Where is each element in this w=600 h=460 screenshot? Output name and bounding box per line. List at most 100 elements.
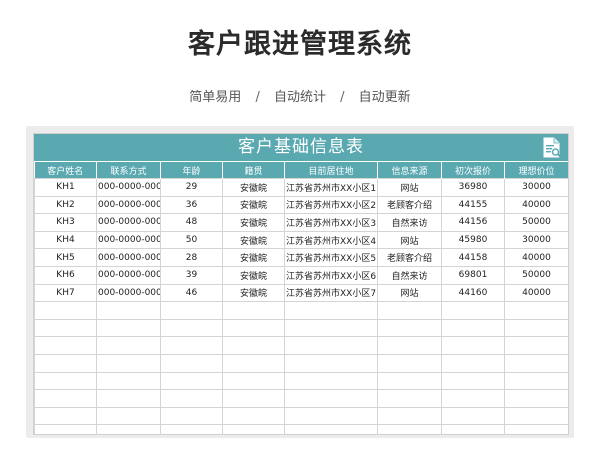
empty-cell[interactable] xyxy=(222,424,285,434)
empty-cell[interactable] xyxy=(377,371,442,391)
empty-cell[interactable] xyxy=(441,318,505,338)
cell-origin[interactable]: 安徽皖 xyxy=(222,230,285,250)
cell-origin[interactable]: 安徽皖 xyxy=(222,213,285,232)
empty-cell[interactable] xyxy=(377,389,442,408)
empty-cell[interactable] xyxy=(34,353,97,373)
cell-ideal-price[interactable]: 40000 xyxy=(504,283,568,303)
empty-cell[interactable] xyxy=(222,318,285,338)
empty-cell[interactable] xyxy=(96,424,161,434)
empty-cell[interactable] xyxy=(34,406,97,426)
empty-cell[interactable] xyxy=(160,371,223,391)
empty-cell[interactable] xyxy=(504,318,568,338)
cell-age[interactable]: 29 xyxy=(160,178,223,197)
cell-age[interactable]: 28 xyxy=(160,248,223,267)
cell-residence[interactable]: 江苏省苏州市XX小区6 xyxy=(284,265,378,285)
cell-name[interactable]: KH6 xyxy=(34,265,97,285)
cell-origin[interactable]: 安徽皖 xyxy=(222,265,285,285)
empty-cell[interactable] xyxy=(96,371,161,391)
cell-source[interactable]: 网站 xyxy=(377,230,442,250)
empty-cell[interactable] xyxy=(441,406,505,426)
cell-source[interactable]: 自然来访 xyxy=(377,213,442,232)
empty-cell[interactable] xyxy=(96,301,161,320)
document-search-icon[interactable] xyxy=(542,137,562,159)
empty-cell[interactable] xyxy=(504,301,568,320)
empty-cell[interactable] xyxy=(441,353,505,373)
empty-cell[interactable] xyxy=(377,318,442,338)
empty-cell[interactable] xyxy=(222,389,285,408)
cell-source[interactable]: 自然来访 xyxy=(377,265,442,285)
cell-name[interactable]: KH4 xyxy=(34,230,97,250)
cell-contact[interactable]: 000-0000-0001 xyxy=(96,195,161,215)
cell-name[interactable]: KH2 xyxy=(34,195,97,215)
empty-cell[interactable] xyxy=(96,406,161,426)
cell-ideal-price[interactable]: 50000 xyxy=(504,265,568,285)
empty-cell[interactable] xyxy=(284,336,378,355)
empty-cell[interactable] xyxy=(222,336,285,355)
cell-age[interactable]: 50 xyxy=(160,230,223,250)
cell-initial-quote[interactable]: 36980 xyxy=(441,178,505,197)
empty-cell[interactable] xyxy=(222,353,285,373)
empty-cell[interactable] xyxy=(222,371,285,391)
cell-ideal-price[interactable]: 50000 xyxy=(504,213,568,232)
cell-residence[interactable]: 江苏省苏州市XX小区2 xyxy=(284,195,378,215)
empty-cell[interactable] xyxy=(160,424,223,434)
empty-cell[interactable] xyxy=(222,406,285,426)
empty-cell[interactable] xyxy=(96,336,161,355)
empty-cell[interactable] xyxy=(96,389,161,408)
empty-cell[interactable] xyxy=(377,336,442,355)
cell-name[interactable]: KH7 xyxy=(34,283,97,303)
empty-cell[interactable] xyxy=(441,301,505,320)
cell-source[interactable]: 网站 xyxy=(377,283,442,303)
cell-origin[interactable]: 安徽皖 xyxy=(222,283,285,303)
empty-cell[interactable] xyxy=(504,353,568,373)
empty-cell[interactable] xyxy=(284,424,378,434)
cell-contact[interactable]: 000-0000-0000 xyxy=(96,178,161,197)
cell-source[interactable]: 老顾客介绍 xyxy=(377,195,442,215)
cell-initial-quote[interactable]: 45980 xyxy=(441,230,505,250)
cell-initial-quote[interactable]: 44155 xyxy=(441,195,505,215)
cell-age[interactable]: 39 xyxy=(160,265,223,285)
empty-cell[interactable] xyxy=(160,301,223,320)
cell-source[interactable]: 网站 xyxy=(377,178,442,197)
cell-origin[interactable]: 安徽皖 xyxy=(222,195,285,215)
empty-cell[interactable] xyxy=(34,336,97,355)
empty-cell[interactable] xyxy=(34,318,97,338)
empty-cell[interactable] xyxy=(504,389,568,408)
empty-cell[interactable] xyxy=(284,389,378,408)
empty-cell[interactable] xyxy=(284,353,378,373)
cell-residence[interactable]: 江苏省苏州市XX小区4 xyxy=(284,230,378,250)
empty-cell[interactable] xyxy=(160,389,223,408)
cell-residence[interactable]: 江苏省苏州市XX小区1 xyxy=(284,178,378,197)
cell-residence[interactable]: 江苏省苏州市XX小区3 xyxy=(284,213,378,232)
cell-name[interactable]: KH1 xyxy=(34,178,97,197)
empty-cell[interactable] xyxy=(504,371,568,391)
empty-cell[interactable] xyxy=(377,406,442,426)
empty-cell[interactable] xyxy=(377,301,442,320)
empty-cell[interactable] xyxy=(284,406,378,426)
empty-cell[interactable] xyxy=(441,336,505,355)
empty-cell[interactable] xyxy=(504,406,568,426)
cell-initial-quote[interactable]: 44160 xyxy=(441,283,505,303)
cell-contact[interactable]: 000-0000-0002 xyxy=(96,213,161,232)
empty-cell[interactable] xyxy=(160,318,223,338)
empty-cell[interactable] xyxy=(377,353,442,373)
empty-cell[interactable] xyxy=(284,318,378,338)
cell-initial-quote[interactable]: 44156 xyxy=(441,213,505,232)
empty-cell[interactable] xyxy=(441,424,505,434)
empty-cell[interactable] xyxy=(441,389,505,408)
cell-origin[interactable]: 安徽皖 xyxy=(222,248,285,267)
cell-age[interactable]: 36 xyxy=(160,195,223,215)
cell-ideal-price[interactable]: 40000 xyxy=(504,248,568,267)
cell-ideal-price[interactable]: 40000 xyxy=(504,195,568,215)
cell-initial-quote[interactable]: 69801 xyxy=(441,265,505,285)
empty-cell[interactable] xyxy=(160,406,223,426)
empty-cell[interactable] xyxy=(34,389,97,408)
cell-contact[interactable]: 000-0000-0003 xyxy=(96,230,161,250)
empty-cell[interactable] xyxy=(377,424,442,434)
empty-cell[interactable] xyxy=(160,336,223,355)
cell-initial-quote[interactable]: 44158 xyxy=(441,248,505,267)
empty-cell[interactable] xyxy=(96,353,161,373)
empty-cell[interactable] xyxy=(284,301,378,320)
cell-residence[interactable]: 江苏省苏州市XX小区5 xyxy=(284,248,378,267)
empty-cell[interactable] xyxy=(34,371,97,391)
